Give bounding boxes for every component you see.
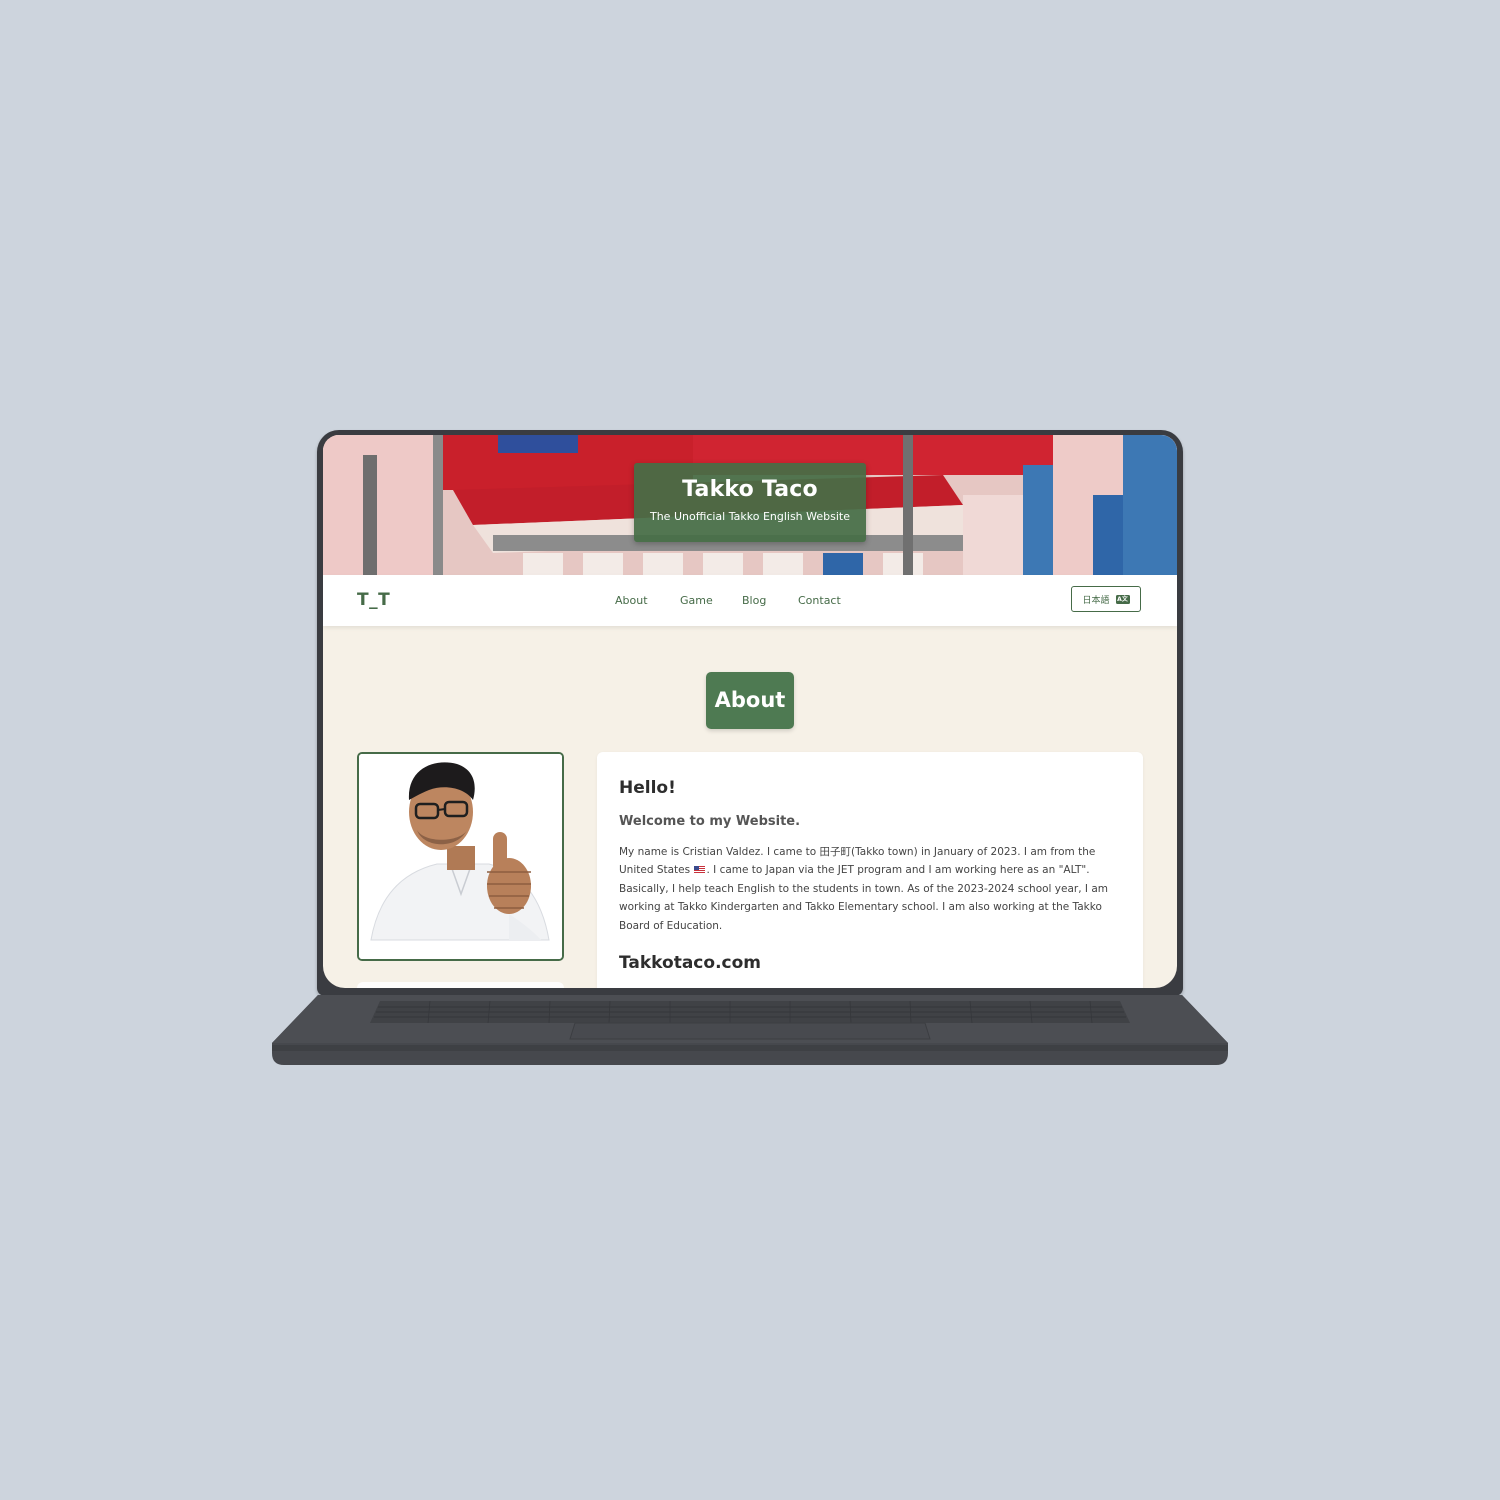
hero-banner: Takko Taco The Unofficial Takko English …	[323, 435, 1177, 575]
nav-item-game[interactable]: Game	[680, 594, 713, 607]
language-label: 日本語	[1082, 595, 1110, 606]
nav-item-contact[interactable]: Contact	[798, 594, 841, 607]
translate-icon: A文	[1115, 594, 1130, 604]
profile-photo-icon	[359, 754, 562, 959]
site-name-heading: Takkotaco.com	[619, 953, 761, 973]
intro-greeting: Hello!	[619, 778, 676, 798]
nav-item-blog[interactable]: Blog	[742, 594, 766, 607]
intro-bio: My name is Cristian Valdez. I came to 田子…	[619, 843, 1109, 935]
page-title: About	[706, 672, 794, 729]
site-logo[interactable]: T_T	[357, 590, 390, 610]
site-title: Takko Taco	[682, 477, 818, 502]
laptop-base	[270, 993, 1230, 1069]
secondary-card-peek	[357, 982, 564, 988]
top-navbar: T_T About Game Blog Contact 日本語 A文	[323, 575, 1177, 626]
bio-text-part2: . I came to Japan via the JET program an…	[619, 864, 1109, 932]
intro-card: Hello! Welcome to my Website. My name is…	[597, 752, 1143, 988]
browser-viewport: Takko Taco The Unofficial Takko English …	[323, 435, 1177, 988]
profile-photo-card	[357, 752, 564, 961]
keyboard-deck	[272, 995, 1228, 1065]
laptop-mockup-scene: Takko Taco The Unofficial Takko English …	[0, 0, 1500, 1500]
us-flag-icon	[694, 866, 706, 874]
site-subtitle: The Unofficial Takko English Website	[649, 510, 851, 523]
laptop-lid: Takko Taco The Unofficial Takko English …	[317, 430, 1183, 996]
hero-title-card: Takko Taco The Unofficial Takko English …	[634, 463, 866, 542]
intro-welcome: Welcome to my Website.	[619, 814, 801, 829]
language-switch-button[interactable]: 日本語 A文	[1071, 586, 1141, 612]
nav-item-about[interactable]: About	[615, 594, 648, 607]
